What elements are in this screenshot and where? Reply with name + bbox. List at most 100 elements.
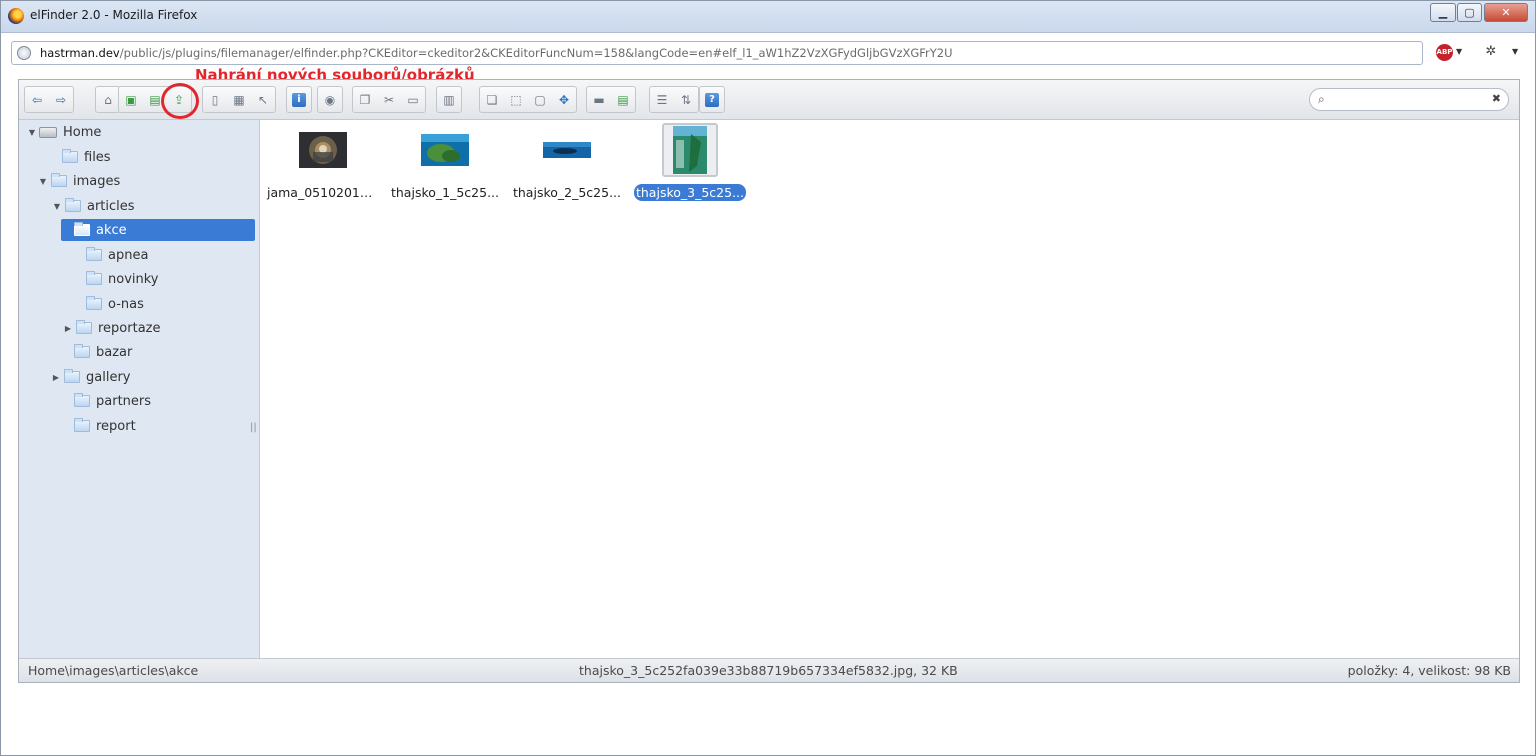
url-path: /public/js/plugins/filemanager/elfinder.… — [119, 46, 953, 60]
url-bar[interactable]: hastrman.dev/public/js/plugins/filemanag… — [11, 41, 1423, 65]
tree-item-label: akce — [96, 222, 127, 238]
tree-item-images[interactable]: ▼ images — [38, 170, 120, 192]
file-name: thajsko_1_5c25... — [390, 185, 499, 200]
open-button[interactable]: ▯ — [203, 87, 227, 112]
tree-item-reportaze[interactable]: ▶ reportaze — [63, 317, 161, 339]
new-file-icon: ▤ — [149, 92, 161, 107]
close-button[interactable]: ✕ — [1484, 3, 1528, 22]
info-icon: i — [292, 92, 306, 107]
edit-icon: ▢ — [534, 92, 546, 107]
window-title: elFinder 2.0 - Mozilla Firefox — [30, 8, 198, 22]
help-button[interactable]: ? — [700, 87, 724, 112]
search-box: ⌕ ✖ — [1309, 88, 1509, 111]
expanded-arrow-icon[interactable]: ▼ — [38, 177, 48, 186]
tree-item-label: o-nas — [108, 296, 144, 312]
folder-tree: || ▼ Home files ▼ images ▼ articles akce apnea no… — [19, 120, 260, 658]
menu-dropdown-icon[interactable]: ▼ — [1512, 47, 1518, 56]
annotation-circle — [161, 83, 199, 119]
clear-search-icon[interactable]: ✖ — [1492, 92, 1501, 105]
tree-item-akce[interactable]: akce — [61, 219, 255, 241]
tree-item-apnea[interactable]: apnea — [73, 244, 148, 266]
copy-button[interactable]: ❐ — [353, 87, 377, 112]
folder-icon — [51, 173, 67, 187]
tree-item-o-nas[interactable]: o-nas — [73, 293, 144, 315]
tree-item-gallery[interactable]: ▶ gallery — [51, 366, 130, 388]
tree-item-label: Home — [63, 124, 102, 140]
folder-icon — [86, 271, 102, 285]
tree-item-articles[interactable]: ▼ articles — [52, 195, 135, 217]
tree-item-label: files — [84, 149, 111, 165]
browser-window: elFinder 2.0 - Mozilla Firefox ▁ ▢ ✕ has… — [0, 0, 1536, 756]
window-titlebar: elFinder 2.0 - Mozilla Firefox ▁ ▢ ✕ — [1, 1, 1535, 33]
status-bar: Home\images\articles\akce thajsko_3_5c25… — [19, 658, 1519, 682]
tree-item-novinky[interactable]: novinky — [73, 268, 159, 290]
preview-button[interactable]: ◉ — [318, 87, 342, 112]
maximize-button[interactable]: ▢ — [1457, 3, 1482, 22]
folder-icon — [74, 344, 90, 358]
tree-item-files[interactable]: files — [49, 146, 111, 168]
sort-button[interactable]: ⇅ — [674, 87, 698, 112]
file-area: jama_05102013... thajsko_1_5c25... thajsko… — [261, 120, 1519, 658]
sort-icon: ⇅ — [680, 92, 692, 107]
tree-resize-handle[interactable]: || — [250, 422, 257, 433]
folder-icon — [64, 369, 80, 383]
download-button[interactable]: ▦ — [227, 87, 251, 112]
file-thumbnail — [662, 123, 718, 177]
tree-item-label: bazar — [96, 344, 133, 360]
extract-icon: ▬ — [593, 92, 605, 107]
search-input[interactable] — [1334, 91, 1484, 108]
file-name: jama_05102013... — [267, 185, 380, 200]
tree-item-bazar[interactable]: bazar — [61, 341, 132, 363]
file-item[interactable]: jama_05102013... — [265, 123, 381, 201]
toolbar-group: ❐ ✂ ▭ — [352, 86, 426, 113]
tree-item-report[interactable]: report — [61, 415, 136, 437]
expanded-arrow-icon[interactable]: ▼ — [52, 202, 62, 211]
extract-button[interactable]: ▬ — [587, 87, 611, 112]
tree-item-label: report — [96, 418, 136, 434]
folder-icon — [74, 222, 90, 236]
tree-item-label: apnea — [108, 247, 149, 263]
edit-button[interactable]: ▢ — [528, 87, 552, 112]
copy-icon: ❐ — [359, 92, 371, 107]
folder-icon — [76, 320, 92, 334]
toolbar-group: i — [286, 86, 312, 113]
expanded-arrow-icon[interactable]: ▼ — [27, 128, 37, 137]
toolbar-group: ⇦ ⇨ — [24, 86, 74, 113]
select-button[interactable]: ↖ — [251, 87, 275, 112]
back-button[interactable]: ⇦ — [25, 87, 49, 112]
file-item[interactable]: thajsko_2_5c25... — [509, 123, 625, 201]
adblock-icon[interactable]: ABP — [1436, 44, 1453, 61]
toolbar-group: ◉ — [317, 86, 343, 113]
forward-button[interactable]: ⇨ — [49, 87, 73, 112]
url-text[interactable]: hastrman.dev/public/js/plugins/filemanag… — [40, 46, 953, 60]
rename-button[interactable]: ⬚ — [504, 87, 528, 112]
duplicate-button[interactable]: ❏ — [480, 87, 504, 112]
resize-button[interactable]: ✥ — [552, 87, 576, 112]
file-name: thajsko_3_5c25... — [633, 184, 746, 201]
file-item[interactable]: thajsko_3_5c25... — [632, 123, 748, 205]
archive-button[interactable]: ▤ — [611, 87, 635, 112]
view-list-button[interactable]: ☰ — [650, 87, 674, 112]
extension-icon[interactable]: ✲ — [1483, 44, 1499, 60]
collapsed-arrow-icon[interactable]: ▶ — [51, 373, 61, 382]
adblock-dropdown-icon[interactable]: ▼ — [1456, 47, 1462, 56]
tree-item-home[interactable]: ▼ Home — [27, 121, 101, 143]
back-icon: ⇦ — [31, 92, 43, 107]
paste-button[interactable]: ▭ — [401, 87, 425, 112]
folder-icon — [74, 393, 90, 407]
toolbar-group: ❏ ⬚ ▢ ✥ — [479, 86, 577, 113]
cut-button[interactable]: ✂ — [377, 87, 401, 112]
home-button[interactable]: ⌂ — [96, 87, 120, 112]
delete-button[interactable]: ▥ — [437, 87, 461, 112]
cut-icon: ✂ — [383, 92, 395, 107]
file-name: thajsko_2_5c25... — [512, 185, 621, 200]
minimize-button[interactable]: ▁ — [1430, 3, 1456, 22]
new-folder-button[interactable]: ▣ — [119, 87, 143, 112]
info-button[interactable]: i — [287, 87, 311, 112]
status-selected-file: thajsko_3_5c252fa039e33b88719b657334ef58… — [579, 663, 958, 678]
folder-icon — [86, 296, 102, 310]
tree-item-label: gallery — [86, 369, 131, 385]
file-item[interactable]: thajsko_1_5c25... — [387, 123, 503, 201]
collapsed-arrow-icon[interactable]: ▶ — [63, 324, 73, 333]
tree-item-partners[interactable]: partners — [61, 390, 151, 412]
